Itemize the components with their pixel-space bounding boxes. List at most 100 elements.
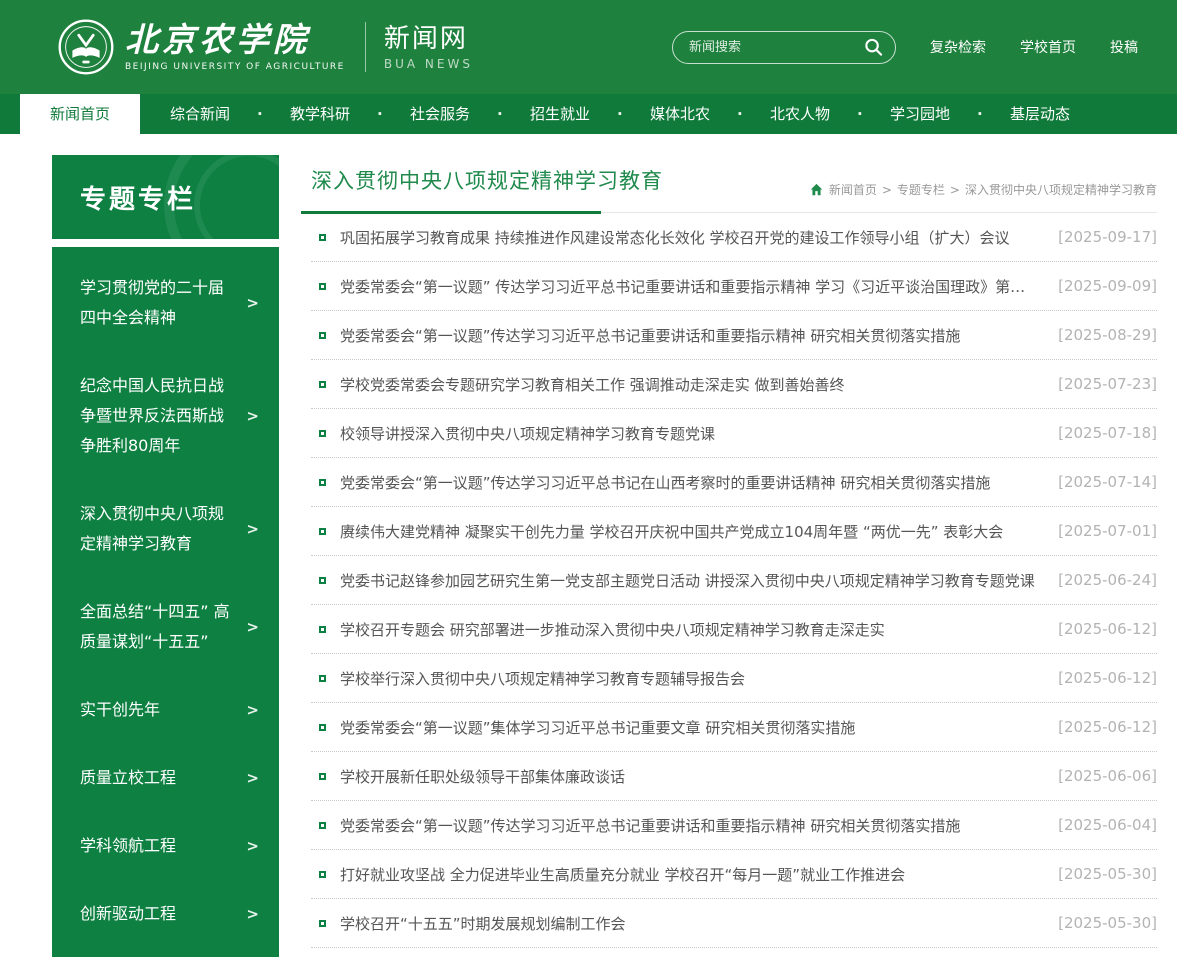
square-bullet-icon bbox=[319, 577, 326, 584]
page: 北京农学院 BEIJING UNIVERSITY OF AGRICULTURE … bbox=[0, 0, 1177, 957]
search-input[interactable] bbox=[689, 40, 857, 55]
news-date: [2025-09-09] bbox=[1038, 277, 1157, 295]
news-search-box bbox=[672, 31, 896, 64]
sidebar-list: 学习贯彻党的二十届四中全会精神 > 纪念中国人民抗日战争暨世界反法西斯战争胜利8… bbox=[52, 247, 279, 957]
news-date: [2025-06-06] bbox=[1038, 767, 1157, 785]
news-date: [2025-07-23] bbox=[1038, 375, 1157, 393]
news-date: [2025-06-12] bbox=[1038, 620, 1157, 638]
chevron-right-icon: > bbox=[246, 294, 259, 312]
square-bullet-icon bbox=[319, 822, 326, 829]
news-title-link[interactable]: 党委常委会“第一议题”传达学习习近平总书记重要讲话和重要指示精神 研究相关贯彻落… bbox=[340, 815, 960, 836]
news-title-link[interactable]: 学校举行深入贯彻中央八项规定精神学习教育专题辅导报告会 bbox=[340, 668, 745, 689]
chevron-right-icon: > bbox=[246, 905, 259, 923]
site-logo[interactable]: 北京农学院 BEIJING UNIVERSITY OF AGRICULTURE … bbox=[57, 18, 473, 76]
news-list: 巩固拓展学习教育成果 持续推进作风建设常态化长效化 学校召开党的建设工作领导小组… bbox=[301, 213, 1157, 948]
news-list-item[interactable]: 党委常委会“第一议题”传达学习习近平总书记重要讲话和重要指示精神 研究相关贯彻落… bbox=[311, 801, 1157, 850]
square-bullet-icon bbox=[319, 626, 326, 633]
header-link[interactable]: 学校首页 bbox=[1020, 37, 1076, 57]
sidebar-item[interactable]: 深入贯彻中央八项规定精神学习教育 > bbox=[80, 499, 259, 559]
nav-item[interactable]: 学习园地 bbox=[860, 94, 980, 134]
sidebar-item[interactable]: 质量立校工程 > bbox=[80, 763, 259, 793]
university-name-en: BEIJING UNIVERSITY OF AGRICULTURE bbox=[125, 62, 345, 72]
breadcrumb-item[interactable]: 新闻首页 bbox=[829, 181, 877, 198]
news-date: [2025-07-01] bbox=[1038, 522, 1157, 540]
title-underline bbox=[301, 211, 601, 214]
news-list-item[interactable]: 学校召开“十五五”时期发展规划编制工作会 [2025-05-30] bbox=[311, 899, 1157, 948]
news-list-item[interactable]: 党委常委会“第一议题”集体学习习近平总书记重要文章 研究相关贯彻落实措施 [20… bbox=[311, 703, 1157, 752]
sidebar-item[interactable]: 实干创先年 > bbox=[80, 695, 259, 725]
square-bullet-icon bbox=[319, 773, 326, 780]
news-title-link[interactable]: 赓续伟大建党精神 凝聚实干创先力量 学校召开庆祝中国共产党成立104周年暨 “两… bbox=[340, 521, 1003, 542]
nav-item[interactable]: 基层动态 bbox=[980, 94, 1100, 134]
sidebar-item-label: 实干创先年 bbox=[80, 695, 160, 725]
breadcrumb-item[interactable]: 深入贯彻中央八项规定精神学习教育 bbox=[945, 181, 1157, 198]
news-date: [2025-08-29] bbox=[1038, 326, 1157, 344]
nav-item[interactable]: 新闻首页 bbox=[20, 94, 140, 134]
news-list-item[interactable]: 党委常委会“第一议题”传达学习习近平总书记重要讲话和重要指示精神 研究相关贯彻落… bbox=[311, 311, 1157, 360]
main-header: 深入贯彻中央八项规定精神学习教育 新闻首页专题专栏深入贯彻中央八项规定精神学习教… bbox=[301, 155, 1157, 213]
news-title-link[interactable]: 党委常委会“第一议题”传达学习习近平总书记重要讲话和重要指示精神 研究相关贯彻落… bbox=[340, 325, 960, 346]
news-title-link[interactable]: 学校召开“十五五”时期发展规划编制工作会 bbox=[340, 913, 626, 934]
sidebar-item[interactable]: 全面总结“十四五” 高质量谋划“十五五” > bbox=[80, 597, 259, 657]
logo-divider bbox=[365, 22, 366, 72]
news-list-item[interactable]: 打好就业攻坚战 全力促进毕业生高质量充分就业 学校召开“每月一题”就业工作推进会… bbox=[311, 850, 1157, 899]
square-bullet-icon bbox=[319, 528, 326, 535]
main-nav: 新闻首页 综合新闻 教学科研 社会服务 招生就业 媒体北农 北农人物 学习园地 … bbox=[0, 94, 1177, 134]
news-title-link[interactable]: 党委常委会“第一议题”集体学习习近平总书记重要文章 研究相关贯彻落实措施 bbox=[340, 717, 855, 738]
nav-item[interactable]: 媒体北农 bbox=[620, 94, 740, 134]
news-title-link[interactable]: 巩固拓展学习教育成果 持续推进作风建设常态化长效化 学校召开党的建设工作领导小组… bbox=[340, 227, 1010, 248]
news-title-link[interactable]: 学校党委常委会专题研究学习教育相关工作 强调推动走深走实 做到善始善终 bbox=[340, 374, 845, 395]
header-link[interactable]: 复杂检索 bbox=[930, 37, 986, 57]
news-list-item[interactable]: 赓续伟大建党精神 凝聚实干创先力量 学校召开庆祝中国共产党成立104周年暨 “两… bbox=[311, 507, 1157, 556]
news-date: [2025-06-24] bbox=[1038, 571, 1157, 589]
nav-item[interactable]: 北农人物 bbox=[740, 94, 860, 134]
news-list-item[interactable]: 党委书记赵锋参加园艺研究生第一党支部主题党日活动 讲授深入贯彻中央八项规定精神学… bbox=[311, 556, 1157, 605]
sidebar-item-label: 深入贯彻中央八项规定精神学习教育 bbox=[80, 499, 230, 559]
sidebar-title-block: 专题专栏 bbox=[52, 155, 279, 239]
news-list-item[interactable]: 学校召开专题会 研究部署进一步推动深入贯彻中央八项规定精神学习教育走深走实 [2… bbox=[311, 605, 1157, 654]
chevron-right-icon: > bbox=[246, 520, 259, 538]
news-date: [2025-06-12] bbox=[1038, 718, 1157, 736]
news-list-item[interactable]: 党委常委会“第一议题”传达学习习近平总书记在山西考察时的重要讲话精神 研究相关贯… bbox=[311, 458, 1157, 507]
breadcrumb: 新闻首页专题专栏深入贯彻中央八项规定精神学习教育 bbox=[810, 181, 1157, 198]
sidebar-item[interactable]: 纪念中国人民抗日战争暨世界反法西斯战争胜利80周年 > bbox=[80, 371, 259, 461]
university-emblem-icon bbox=[57, 18, 115, 76]
news-list-item[interactable]: 学校举行深入贯彻中央八项规定精神学习教育专题辅导报告会 [2025-06-12] bbox=[311, 654, 1157, 703]
nav-item[interactable]: 招生就业 bbox=[500, 94, 620, 134]
nav-item[interactable]: 社会服务 bbox=[380, 94, 500, 134]
chevron-right-icon: > bbox=[246, 769, 259, 787]
nav-item[interactable]: 教学科研 bbox=[260, 94, 380, 134]
square-bullet-icon bbox=[319, 430, 326, 437]
square-bullet-icon bbox=[319, 332, 326, 339]
news-title-link[interactable]: 党委常委会“第一议题” 传达学习习近平总书记重要讲话和重要指示精神 学习《习近平… bbox=[340, 276, 1038, 297]
sidebar-item[interactable]: 创新驱动工程 > bbox=[80, 899, 259, 929]
sidebar-item-label: 学科领航工程 bbox=[80, 831, 176, 861]
sidebar-item[interactable]: 学习贯彻党的二十届四中全会精神 > bbox=[80, 273, 259, 333]
sidebar-item-label: 学习贯彻党的二十届四中全会精神 bbox=[80, 273, 230, 333]
sidebar-item[interactable]: 学科领航工程 > bbox=[80, 831, 259, 861]
news-list-item[interactable]: 学校开展新任职处级领导干部集体廉政谈话 [2025-06-06] bbox=[311, 752, 1157, 801]
news-title-link[interactable]: 党委常委会“第一议题”传达学习习近平总书记在山西考察时的重要讲话精神 研究相关贯… bbox=[340, 472, 990, 493]
news-title-link[interactable]: 校领导讲授深入贯彻中央八项规定精神学习教育专题党课 bbox=[340, 423, 715, 444]
header-link[interactable]: 投稿 bbox=[1110, 37, 1138, 57]
sidebar-item-label: 纪念中国人民抗日战争暨世界反法西斯战争胜利80周年 bbox=[80, 371, 230, 461]
news-title-link[interactable]: 党委书记赵锋参加园艺研究生第一党支部主题党日活动 讲授深入贯彻中央八项规定精神学… bbox=[340, 570, 1035, 591]
news-list-item[interactable]: 巩固拓展学习教育成果 持续推进作风建设常态化长效化 学校召开党的建设工作领导小组… bbox=[311, 213, 1157, 262]
news-title-link[interactable]: 打好就业攻坚战 全力促进毕业生高质量充分就业 学校召开“每月一题”就业工作推进会 bbox=[340, 864, 905, 885]
square-bullet-icon bbox=[319, 479, 326, 486]
search-button[interactable] bbox=[862, 36, 885, 59]
breadcrumb-item[interactable]: 专题专栏 bbox=[877, 181, 945, 198]
news-title-link[interactable]: 学校召开专题会 研究部署进一步推动深入贯彻中央八项规定精神学习教育走深走实 bbox=[340, 619, 885, 640]
news-list-item[interactable]: 学校党委常委会专题研究学习教育相关工作 强调推动走深走实 做到善始善终 [202… bbox=[311, 360, 1157, 409]
sidebar: 专题专栏 学习贯彻党的二十届四中全会精神 > 纪念中国人民抗日战争暨世界反法西斯… bbox=[52, 155, 279, 957]
header-links: 复杂检索 学校首页 投稿 bbox=[896, 37, 1138, 57]
news-date: [2025-07-18] bbox=[1038, 424, 1157, 442]
news-title-link[interactable]: 学校开展新任职处级领导干部集体廉政谈话 bbox=[340, 766, 625, 787]
square-bullet-icon bbox=[319, 675, 326, 682]
home-icon bbox=[810, 183, 823, 196]
news-list-item[interactable]: 党委常委会“第一议题” 传达学习习近平总书记重要讲话和重要指示精神 学习《习近平… bbox=[311, 262, 1157, 311]
square-bullet-icon bbox=[319, 920, 326, 927]
nav-item[interactable]: 综合新闻 bbox=[140, 94, 260, 134]
news-list-item[interactable]: 校领导讲授深入贯彻中央八项规定精神学习教育专题党课 [2025-07-18] bbox=[311, 409, 1157, 458]
chevron-right-icon: > bbox=[246, 618, 259, 636]
